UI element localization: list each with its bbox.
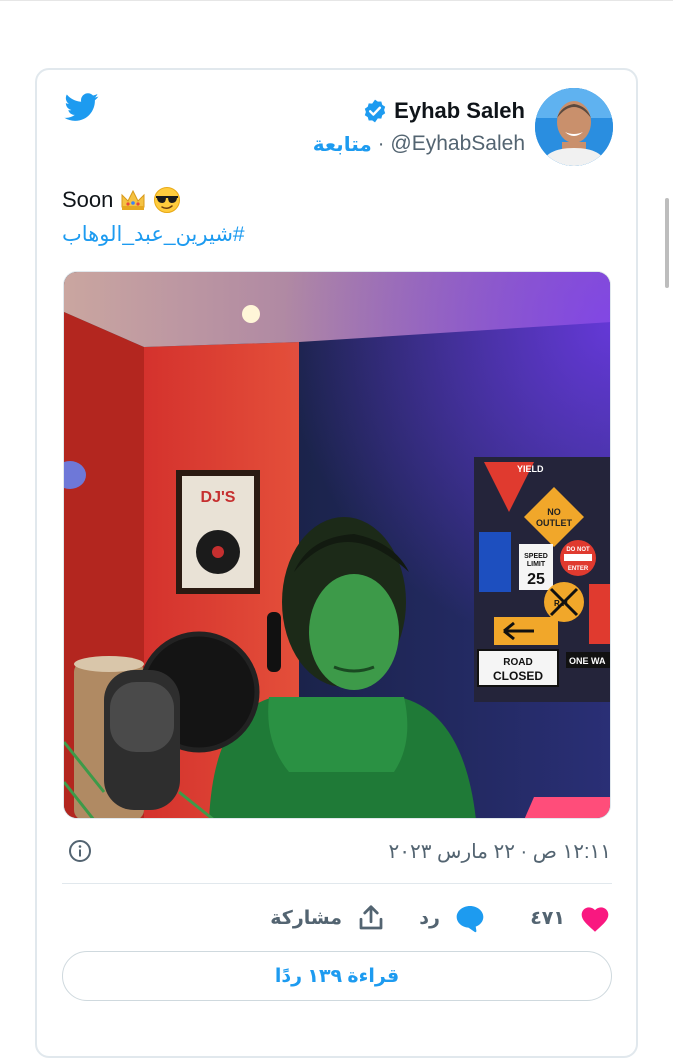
svg-text:OUTLET: OUTLET xyxy=(536,518,572,528)
svg-text:DJ'S: DJ'S xyxy=(201,489,236,506)
tweet-text: Soon xyxy=(62,186,181,214)
tweet-photo[interactable]: DJ'S YIELD NO OUTLET SPEED LIMIT 25 DO N… xyxy=(63,271,611,819)
author-name-row[interactable]: Eyhab Saleh xyxy=(362,96,525,126)
reply-action[interactable]: رد xyxy=(419,902,486,934)
author-handle[interactable]: @EyhabSaleh xyxy=(390,132,525,156)
svg-text:R R: R R xyxy=(554,599,568,608)
actions-divider xyxy=(62,883,612,884)
tweet-timestamp[interactable]: ١٢:١١ ص · ٢٢ مارس ٢٠٢٣ xyxy=(389,839,612,864)
author-name: Eyhab Saleh xyxy=(394,98,525,123)
svg-text:LIMIT: LIMIT xyxy=(527,561,546,568)
svg-text:ENTER: ENTER xyxy=(568,566,589,572)
twitter-bird-icon[interactable] xyxy=(62,90,102,124)
svg-text:CLOSED: CLOSED xyxy=(493,669,543,683)
top-divider xyxy=(0,0,673,1)
page-scrollbar[interactable] xyxy=(665,198,669,288)
share-action[interactable]: مشاركة xyxy=(270,902,386,934)
separator-dot: · xyxy=(377,132,385,155)
share-label: مشاركة xyxy=(270,907,342,929)
sunglasses-emoji-icon xyxy=(154,187,181,213)
svg-text:ONE WA: ONE WA xyxy=(569,656,606,666)
crown-emoji-icon xyxy=(121,189,145,210)
share-icon xyxy=(359,905,383,930)
verified-badge-icon xyxy=(364,99,386,123)
svg-text:YIELD: YIELD xyxy=(517,464,544,474)
svg-text:SPEED: SPEED xyxy=(524,553,548,560)
author-handle-row: متابعة · @EyhabSaleh xyxy=(313,130,525,158)
hashtag-link[interactable]: #شيرين_عبد_الوهاب xyxy=(62,222,245,247)
svg-text:NO: NO xyxy=(547,507,561,517)
svg-text:DO NOT: DO NOT xyxy=(566,547,590,553)
reply-label: رد xyxy=(419,907,440,929)
likes-count: ٤٧١ xyxy=(530,907,565,929)
info-icon[interactable] xyxy=(68,839,92,863)
svg-text:ROAD: ROAD xyxy=(503,657,532,668)
follow-link[interactable]: متابعة xyxy=(313,132,372,157)
like-action[interactable]: ٤٧١ xyxy=(530,902,611,934)
heart-icon xyxy=(581,907,609,932)
read-replies-button[interactable]: قراءة ١٣٩ ردًا xyxy=(62,951,612,1001)
author-avatar[interactable] xyxy=(535,88,613,166)
svg-text:25: 25 xyxy=(527,571,545,588)
reply-bubble-icon xyxy=(456,906,484,933)
tweet-text-body: Soon xyxy=(62,187,114,212)
